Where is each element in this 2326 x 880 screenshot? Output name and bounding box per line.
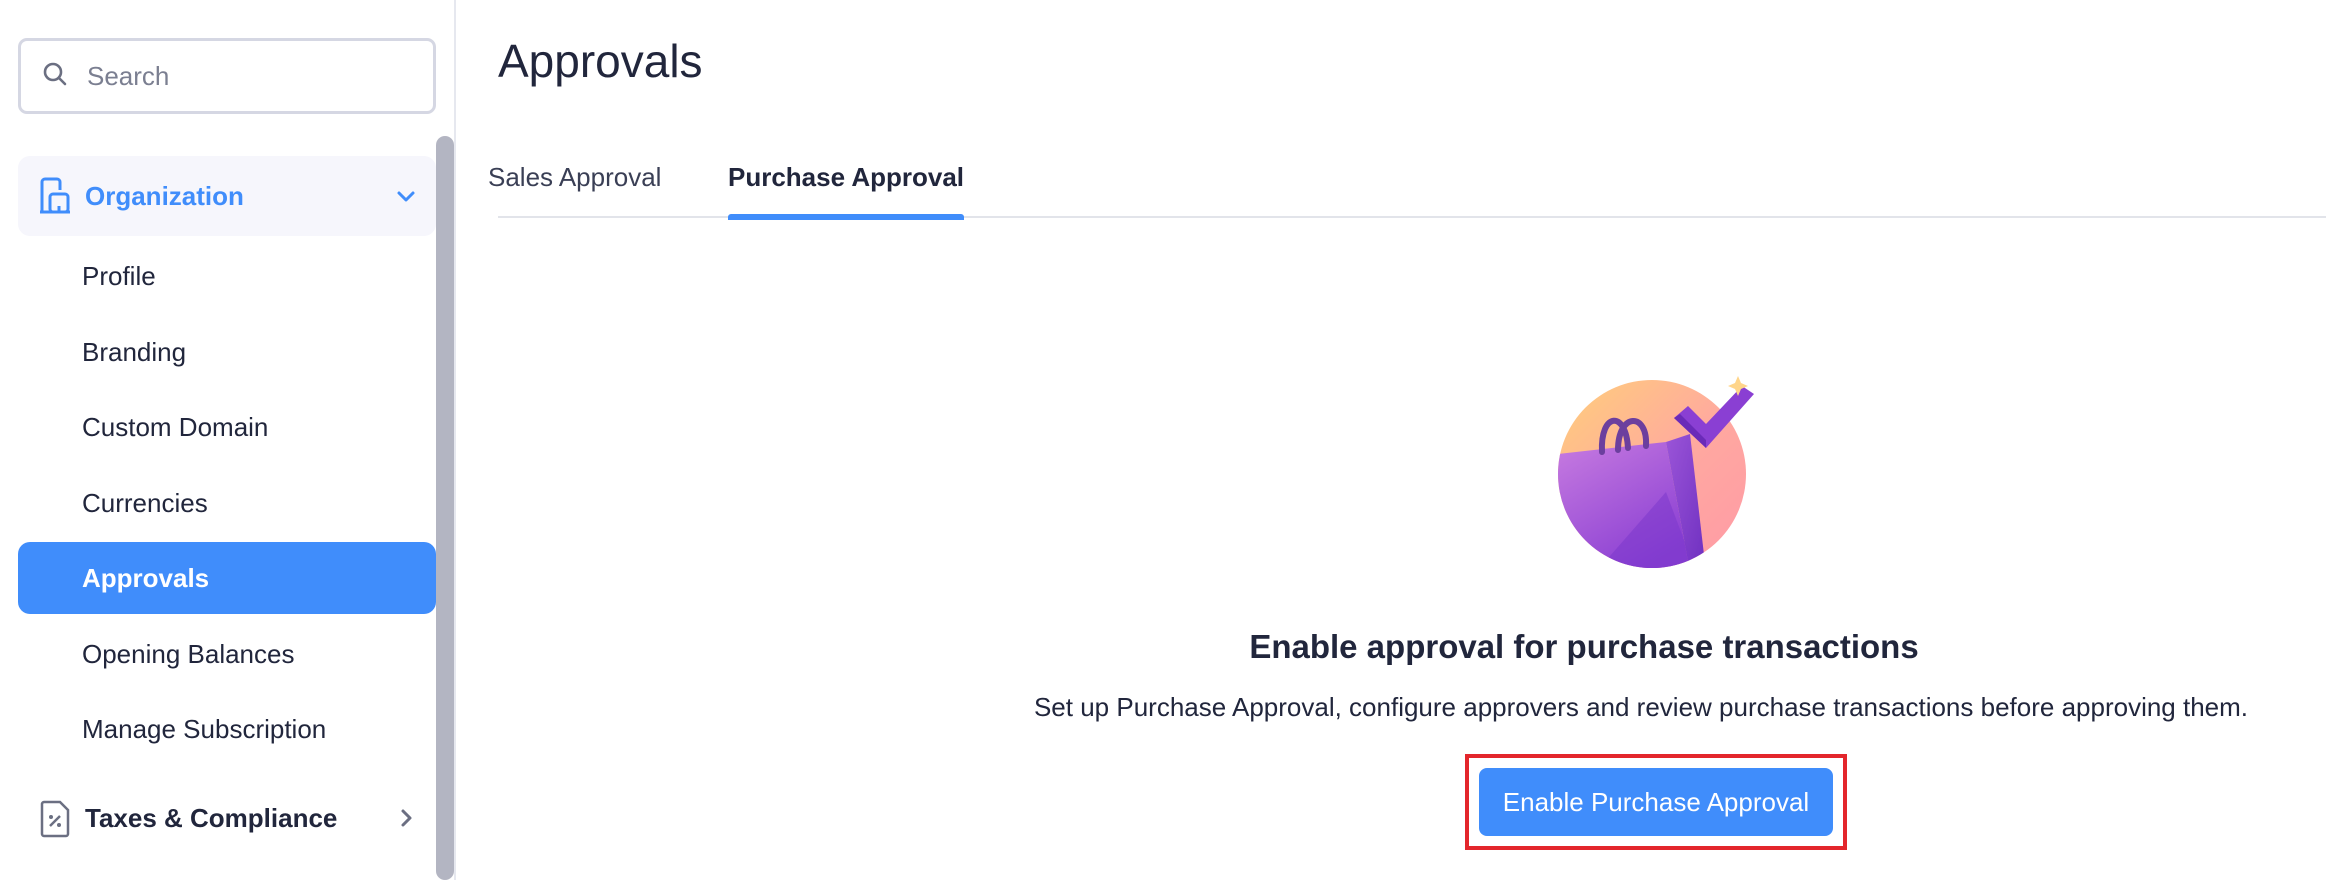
page-title: Approvals	[498, 35, 703, 87]
sidebar-group-label: Organization	[85, 180, 244, 211]
sidebar-group-label: Taxes & Compliance	[85, 802, 338, 833]
tax-document-icon	[36, 798, 74, 838]
building-icon	[36, 176, 74, 216]
sidebar-group-organization[interactable]: Organization	[18, 156, 436, 236]
approval-tabs: Sales Approval Purchase Approval	[458, 150, 2326, 220]
empty-state-heading: Enable approval for purchase transaction…	[1249, 628, 1919, 665]
sidebar-item-opening-balances[interactable]: Opening Balances	[18, 618, 436, 690]
sidebar-item-custom-domain[interactable]: Custom Domain	[18, 391, 436, 463]
sidebar-item-manage-subscription[interactable]: Manage Subscription	[18, 693, 436, 765]
tab-sales-approval[interactable]: Sales Approval	[488, 162, 661, 193]
search-box[interactable]	[18, 38, 436, 114]
highlight-box: Enable Purchase Approval	[1465, 754, 1847, 850]
tab-label: Sales Approval	[488, 162, 662, 192]
chevron-right-icon	[394, 806, 418, 830]
enable-purchase-approval-button[interactable]: Enable Purchase Approval	[1479, 768, 1833, 836]
search-input[interactable]	[87, 60, 407, 92]
sidebar-item-approvals[interactable]: Approvals	[18, 542, 436, 614]
sidebar-scrollbar[interactable]	[436, 136, 454, 880]
scrollbar-thumb[interactable]	[436, 136, 454, 880]
shopping-bag-check-illustration	[1556, 372, 1762, 568]
main-content: Approvals Sales Approval Purchase Approv…	[458, 0, 2326, 880]
tab-purchase-approval[interactable]: Purchase Approval	[728, 162, 965, 220]
sidebar-item-currencies[interactable]: Currencies	[18, 467, 436, 539]
active-tab-indicator	[728, 214, 965, 220]
tab-label: Purchase Approval	[728, 162, 965, 192]
empty-state-description: Set up Purchase Approval, configure appr…	[1033, 692, 2249, 722]
search-icon	[41, 60, 69, 93]
app-window: Organization Profile Branding Custom Dom…	[0, 0, 2326, 880]
chevron-down-icon	[394, 184, 418, 208]
settings-sidebar: Organization Profile Branding Custom Dom…	[0, 0, 456, 880]
sidebar-group-taxes-compliance[interactable]: Taxes & Compliance	[18, 778, 436, 858]
sidebar-item-profile[interactable]: Profile	[18, 240, 436, 312]
sidebar-item-branding[interactable]: Branding	[18, 316, 436, 388]
